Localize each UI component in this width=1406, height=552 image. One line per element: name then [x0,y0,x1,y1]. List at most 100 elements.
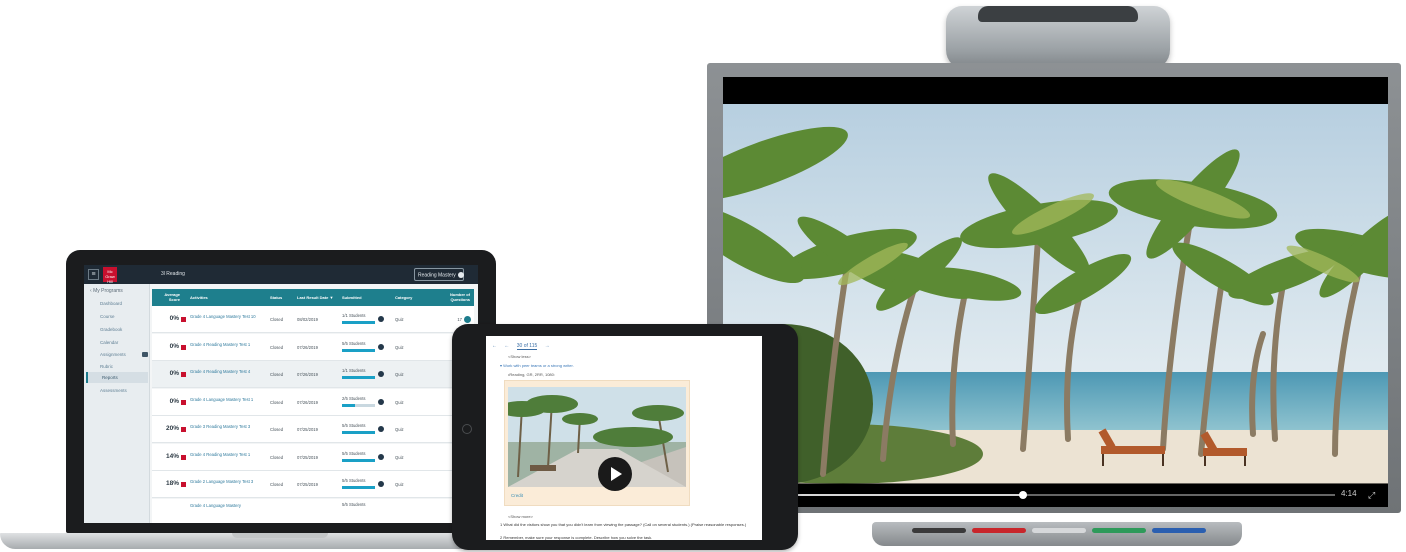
activity-link[interactable]: Grade 4 Language Mastery [190,503,241,508]
activity-link[interactable]: Grade 3 Reading Mastery Test 3 [190,424,262,429]
col-category[interactable]: Category [395,295,412,300]
submitted-progress-bar [342,348,375,352]
video-time: 4:14 [1341,489,1357,498]
score-flag-icon [181,372,186,377]
row-arrow-icon[interactable] [378,426,384,432]
row-arrow-icon[interactable] [378,343,384,350]
average-score: 0% [169,397,179,405]
activity-link[interactable]: Grade 4 Reading Mastery Test 1 [190,452,262,457]
activity-link[interactable]: Grade 4 Reading Mastery Test 4 [190,369,262,374]
col-average-score[interactable]: Average Score [158,292,180,302]
table-row[interactable]: 0% Grade 4 Reading Mastery Test 1 Closed 07… [152,333,474,361]
score-flag-icon [181,344,186,350]
table-row[interactable]: 0% Grade 4 Reading Mastery Test 4 Closed 07… [152,361,474,388]
submitted-progress-bar [342,431,375,434]
submitted-progress-bar [342,321,375,324]
question-2: 2 Remember, make sure your response is c… [500,535,653,540]
row-arrow-icon[interactable] [378,371,384,377]
average-score: 0% [169,315,179,322]
sidebar-item-rubric[interactable]: Rubric [100,364,113,369]
table-row[interactable]: 20% Grade 3 Reading Mastery Test 3 Closed 0… [152,416,474,443]
row-arrow-icon[interactable] [378,481,384,487]
prev-page-icon[interactable]: ← [504,343,509,349]
submitted-count: 2/5 Students [342,395,366,401]
col-number-of-questions[interactable]: Number of Questions [438,292,470,302]
laptop-notch [232,533,328,538]
tablet-screen: ← ← 30 of 115 → <Show less> ▾ Work with … [486,336,762,540]
average-score: 20% [165,425,179,432]
camera-housing [978,6,1138,22]
sidebar-item-assessments[interactable]: Assessments [100,388,127,393]
category: Quiz [395,454,404,460]
average-score: 18% [165,480,179,487]
blue-pen[interactable] [1152,528,1206,533]
program-label: Reading Mastery [418,272,456,279]
submitted-progress-bar [342,458,375,462]
video-card: Credit [504,380,690,506]
col-last-result-date[interactable]: Last Result Date ▼ [297,295,333,300]
table-row[interactable]: 14% Grade 4 Reading Mastery Test 1 Closed 0… [152,443,474,471]
category: Quiz [395,317,404,322]
sidebar: ‹ My Programs Dashboard Course Gradebook… [84,284,150,523]
eraser[interactable] [1032,528,1086,533]
activity-link[interactable]: Grade 4 Language Mastery Test 1 [190,397,262,402]
video-credit: Credit [511,493,524,498]
show-more-link[interactable]: <Show more> [508,514,533,519]
last-result-date: 07/25/2019 [297,482,318,487]
play-button-icon[interactable] [598,457,632,491]
activity-link[interactable]: Grade 4 Language Mastery Test 10 [190,314,262,319]
sidebar-item-assignments[interactable]: Assignments [100,352,126,357]
course-title: 3l Reading [161,271,185,277]
show-less-link[interactable]: <Show less> [508,354,531,359]
col-submitted[interactable]: Submitted [342,295,362,300]
menu-icon[interactable]: ≡ [88,269,99,280]
brand-logo[interactable]: Mc Graw Hill [103,267,117,284]
table-row[interactable]: 0% Grade 4 Language Mastery Test 1 Closed 0… [152,388,474,416]
page-indicator[interactable]: 30 of 115 [516,343,538,350]
video-controls: 4:14 ⤢ [723,483,1388,507]
row-arrow-icon[interactable] [378,316,384,322]
info-icon[interactable] [464,316,471,323]
submitted-count: 5/5 Students [342,340,366,346]
display-video-screen[interactable]: 4:14 ⤢ [723,77,1388,507]
activity-link[interactable]: Grade 2 Language Mastery Test 3 [190,479,262,484]
last-result-date: 07/26/2019 [297,372,318,377]
table-row[interactable]: 18% Grade 2 Language Mastery Test 3 Closed… [152,471,474,498]
col-activities[interactable]: Activities [190,295,208,300]
green-pen[interactable] [1092,528,1146,533]
video-progress-bar[interactable] [735,491,1335,499]
sidebar-item-calendar[interactable]: Calendar [100,340,118,345]
category: Quiz [395,482,404,487]
submitted-count: 5/5 Students [342,450,366,456]
category: Quiz [395,344,404,350]
video-thumbnail[interactable] [508,387,686,487]
teaching-note-link[interactable]: ▾ Work with peer teams or a strong write… [500,363,574,368]
activity-link[interactable]: Grade 4 Reading Mastery Test 1 [190,342,262,347]
program-switcher-button[interactable]: Reading Mastery [414,268,464,281]
next-page-icon[interactable]: → [545,343,550,349]
tablet-home-button[interactable] [462,424,472,434]
col-status[interactable]: Status [270,295,282,300]
pen-tray [872,522,1242,546]
table-row[interactable]: 0% Grade 4 Language Mastery Test 10 Closed… [152,306,474,333]
row-arrow-icon[interactable] [378,453,384,460]
sidebar-item-reports[interactable]: Reports [86,372,148,383]
back-arrow-icon[interactable]: ← [492,343,497,349]
sidebar-back-link[interactable]: ‹ My Programs [90,288,123,294]
submitted-count: 5/5 Students [342,478,366,483]
video-scrub-handle[interactable] [1019,491,1027,499]
black-pen[interactable] [912,528,966,533]
reference-text: •Reading, GR, 2RR, 1080: [508,372,555,377]
category: Quiz [395,427,404,432]
sidebar-item-dashboard[interactable]: Dashboard [100,301,122,306]
row-arrow-icon[interactable] [378,398,384,405]
sidebar-item-gradebook[interactable]: Gradebook [100,327,122,332]
display-camera [946,6,1170,70]
category: Quiz [395,399,404,405]
fullscreen-icon[interactable]: ⤢ [1368,490,1375,501]
question-count: 17 [457,317,462,322]
score-flag-icon [181,399,186,405]
sidebar-item-course[interactable]: Course [100,314,115,319]
table-row[interactable]: Grade 4 Language Mastery 5/5 Students [152,498,474,523]
red-pen[interactable] [972,528,1026,533]
